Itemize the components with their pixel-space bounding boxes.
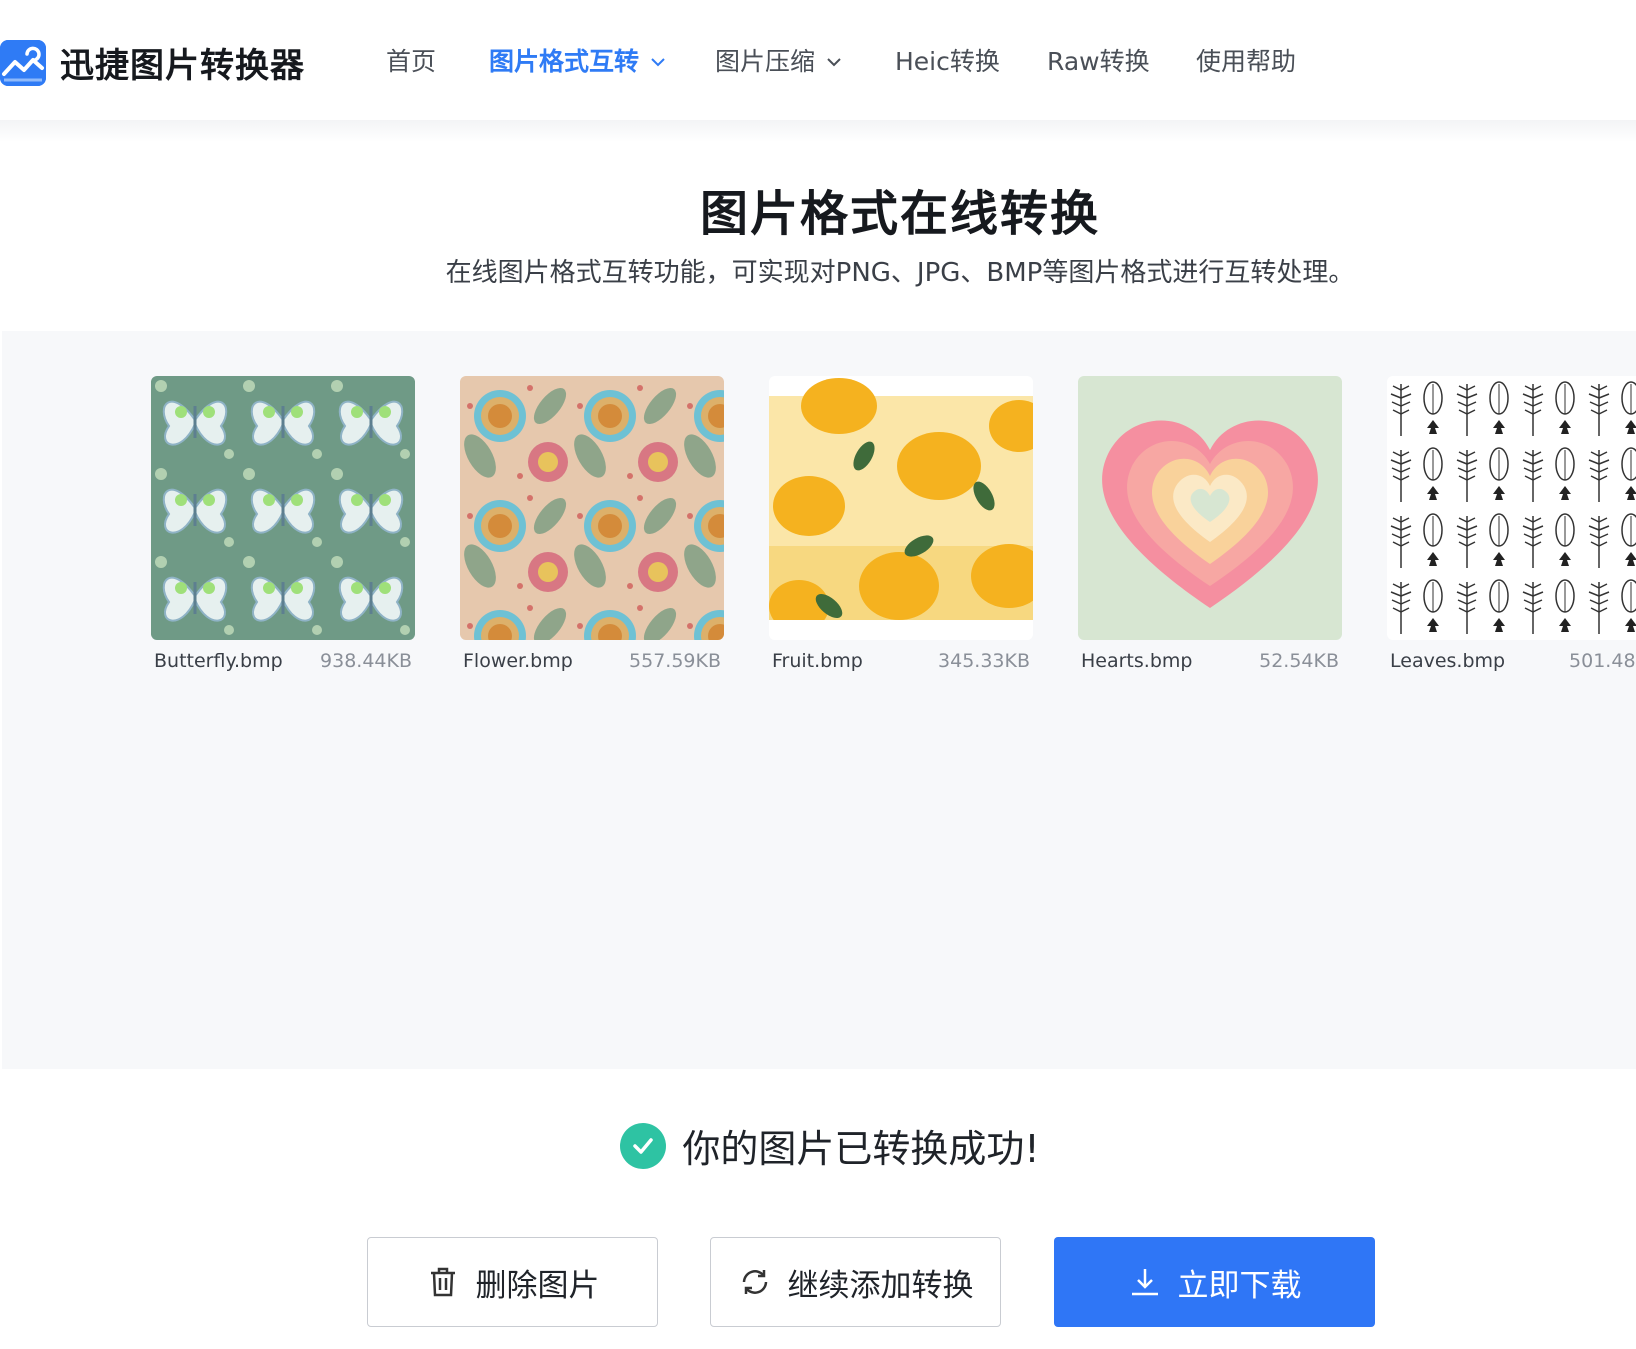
file-size: 345.33KB <box>938 650 1030 672</box>
leaves-thumbnail <box>1387 376 1636 640</box>
nav-raw[interactable]: Raw转换 <box>1047 42 1150 82</box>
conversion-success-message: 你的图片已转换成功! <box>0 1118 1636 1173</box>
file-meta: Butterfly.bmp 938.44KB <box>151 650 415 672</box>
nav-home-label: 首页 <box>386 47 437 76</box>
continue-add-label: 继续添加转换 <box>787 1267 974 1304</box>
file-name: Fruit.bmp <box>772 650 863 672</box>
brand-logo[interactable]: 迅捷图片转换器 <box>0 38 305 87</box>
trash-icon <box>430 1267 455 1297</box>
download-now-label: 立即下载 <box>1177 1267 1302 1304</box>
chevron-down-icon <box>827 58 841 67</box>
butterfly-thumbnail <box>151 376 415 640</box>
page-title: 图片格式在线转换 <box>699 186 1100 242</box>
nav-help[interactable]: 使用帮助 <box>1196 42 1296 82</box>
file-meta: Leaves.bmp 501.48K <box>1387 650 1636 672</box>
nav-home[interactable]: 首页 <box>386 42 436 82</box>
nav-raw-label: Raw转换 <box>1047 47 1150 76</box>
delete-images-label: 删除图片 <box>475 1267 600 1304</box>
heart-thumbnail <box>1078 376 1342 640</box>
download-icon <box>1131 1269 1158 1296</box>
image-card-butterfly[interactable]: Butterfly.bmp 938.44KB <box>151 376 415 672</box>
nav-compress-label: 图片压缩 <box>715 47 816 76</box>
image-card-fruit[interactable]: Fruit.bmp 345.33KB <box>769 376 1033 672</box>
nav-format-convert[interactable]: 图片格式互转 <box>489 42 667 82</box>
flower-thumbnail <box>460 376 724 640</box>
file-name: Hearts.bmp <box>1081 650 1193 672</box>
nav-help-label: 使用帮助 <box>1196 47 1297 76</box>
image-landscape-icon <box>0 39 46 86</box>
file-name: Flower.bmp <box>463 650 573 672</box>
file-size: 557.59KB <box>629 650 721 672</box>
check-circle-icon <box>620 1122 667 1169</box>
nav-heic-label: Heic转换 <box>895 47 1000 76</box>
nav-heic[interactable]: Heic转换 <box>895 42 1000 82</box>
refresh-icon <box>742 1270 767 1294</box>
image-card-hearts[interactable]: Hearts.bmp 52.54KB <box>1078 376 1342 672</box>
nav-format-convert-label: 图片格式互转 <box>489 47 640 76</box>
converted-images-gallery: Butterfly.bmp 938.44KB Flower.bmp 557.59… <box>2 331 1636 1069</box>
file-size: 52.54KB <box>1259 650 1339 672</box>
page-subtitle: 在线图片格式互转功能，可实现对PNG、JPG、BMP等图片格式进行互转处理。 <box>445 258 1355 288</box>
file-meta: Flower.bmp 557.59KB <box>460 650 724 672</box>
brand-name: 迅捷图片转换器 <box>60 46 305 86</box>
file-name: Butterfly.bmp <box>154 650 283 672</box>
file-meta: Hearts.bmp 52.54KB <box>1078 650 1342 672</box>
success-text: 你的图片已转换成功! <box>682 1127 1040 1171</box>
download-now-button[interactable]: 立即下载 <box>1054 1237 1375 1327</box>
file-size: 501.48K <box>1569 650 1636 672</box>
continue-add-button[interactable]: 继续添加转换 <box>710 1237 1001 1327</box>
file-size: 938.44KB <box>320 650 412 672</box>
image-card-flower[interactable]: Flower.bmp 557.59KB <box>460 376 724 672</box>
file-name: Leaves.bmp <box>1390 650 1506 672</box>
header-divider <box>0 120 1636 142</box>
file-meta: Fruit.bmp 345.33KB <box>769 650 1033 672</box>
chevron-down-icon <box>651 58 665 67</box>
image-card-leaves[interactable]: Leaves.bmp 501.48K <box>1387 376 1636 672</box>
delete-images-button[interactable]: 删除图片 <box>367 1237 658 1327</box>
nav-compress[interactable]: 图片压缩 <box>715 42 843 82</box>
top-header: 迅捷图片转换器 首页 图片格式互转 图片压缩 Heic转换 Raw转换 使用帮助 <box>0 0 1636 120</box>
lemon-thumbnail <box>769 376 1033 640</box>
